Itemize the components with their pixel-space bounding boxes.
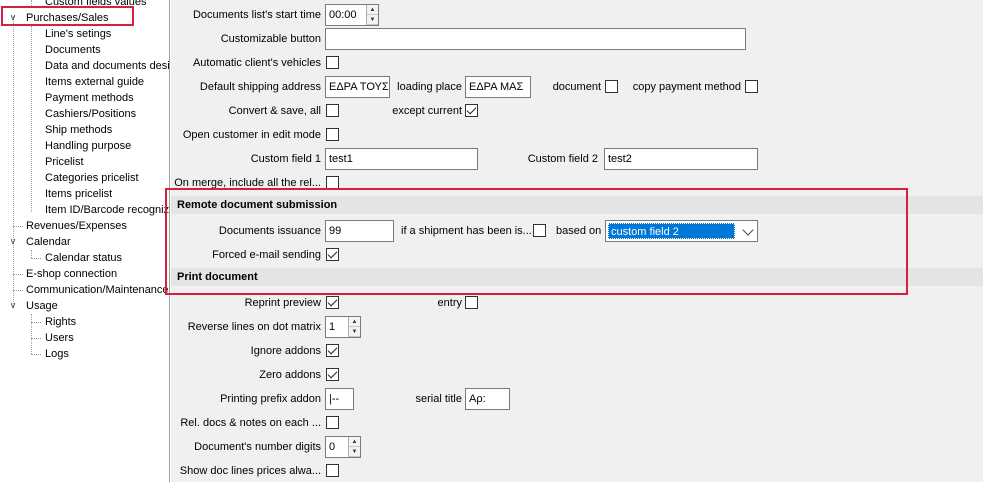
reprint-preview-checkbox[interactable] [326,296,339,309]
spin-down-icon[interactable]: ▼ [349,327,360,337]
loading-place-label: loading place [397,81,462,93]
spin-up-icon[interactable]: ▲ [349,437,360,447]
spin-down-icon[interactable]: ▼ [367,15,378,25]
tree-item-data-documents-design[interactable]: Data and documents desi [45,58,169,74]
tree-item-calendar[interactable]: Calendar [26,234,71,250]
number-digits-label: Document's number digits [194,441,321,453]
custom-field1-label: Custom field 1 [250,153,321,165]
chevron-down-icon[interactable]: v [9,234,17,250]
zero-addons-checkbox[interactable] [326,368,339,381]
serial-title-label: serial title [415,393,462,405]
chevron-down-icon[interactable]: v [9,298,17,314]
spin-up-icon[interactable]: ▲ [349,317,360,327]
custom-field1-input[interactable]: test1 [325,148,478,170]
tree-item-item-id-barcode[interactable]: Item ID/Barcode recognizi [45,202,169,218]
tree-item-pricelist[interactable]: Pricelist [45,154,84,170]
copy-payment-checkbox[interactable] [745,80,758,93]
start-time-spinner[interactable]: ▲ ▼ [366,5,378,25]
tree-item-handling-purpose[interactable]: Handling purpose [45,138,131,154]
open-customer-checkbox[interactable] [326,128,339,141]
tree-item-ship-methods[interactable]: Ship methods [45,122,112,138]
show-prices-checkbox[interactable] [326,464,339,477]
auto-vehicles-label: Automatic client's vehicles [192,57,321,69]
serial-title-input[interactable]: Αρ: [465,388,510,410]
highlight-box-tree [1,6,134,26]
number-digits-spinner[interactable]: ▲ ▼ [348,437,360,457]
convert-save-checkbox[interactable] [326,104,339,117]
tree-item-revenues-expenses[interactable]: Revenues/Expenses [26,218,127,234]
tree-item-categories-pricelist[interactable]: Categories pricelist [45,170,139,186]
tree-item-eshop-connection[interactable]: E-shop connection [26,266,117,282]
custom-field2-input[interactable]: test2 [604,148,758,170]
start-time-label: Documents list's start time [192,9,321,21]
tree-item-payment-methods[interactable]: Payment methods [45,90,134,106]
rel-docs-label: Rel. docs & notes on each ... [180,417,321,429]
navigation-tree[interactable]: Custom fields values v Purchases/Sales L… [0,0,170,482]
default-shipping-input[interactable]: ΕΔΡΑ ΤΟΥΣ [325,76,390,98]
printing-prefix-input[interactable]: |-- [325,388,354,410]
copy-payment-label: copy payment method [632,81,741,93]
printing-prefix-label: Printing prefix addon [220,393,321,405]
entry-label: entry [437,297,462,309]
loading-place-input[interactable]: ΕΔΡΑ ΜΑΣ [465,76,531,98]
start-time-input[interactable]: 00:00 ▲ ▼ [325,4,379,26]
default-shipping-label: Default shipping address [199,81,321,93]
reverse-lines-spinner[interactable]: ▲ ▼ [348,317,360,337]
reprint-preview-label: Reprint preview [244,297,321,309]
tree-item-lines-settings[interactable]: Line's setings [45,26,111,42]
ignore-addons-label: Ignore addons [250,345,321,357]
rel-docs-checkbox[interactable] [326,416,339,429]
spin-down-icon[interactable]: ▼ [349,447,360,457]
tree-item-calendar-status[interactable]: Calendar status [45,250,122,266]
open-customer-label: Open customer in edit mode [182,129,321,141]
highlight-box-remote-section [165,188,908,295]
auto-vehicles-checkbox[interactable] [326,56,339,69]
document-label: document [552,81,601,93]
tree-item-communication-maintenance[interactable]: Communication/Maintenance [26,282,168,298]
tree-item-cashiers-positions[interactable]: Cashiers/Positions [45,106,136,122]
start-time-value: 00:00 [329,9,357,21]
custom-button-input[interactable] [325,28,746,50]
tree-item-usage[interactable]: Usage [26,298,58,314]
tree-item-rights[interactable]: Rights [45,314,76,330]
document-checkbox[interactable] [605,80,618,93]
tree-item-users[interactable]: Users [45,330,74,346]
number-digits-value: 0 [329,441,336,453]
entry-checkbox[interactable] [465,296,478,309]
zero-addons-label: Zero addons [259,369,321,381]
custom-field2-label: Custom field 2 [527,153,598,165]
except-current-checkbox[interactable] [465,104,478,117]
tree-item-logs[interactable]: Logs [45,346,69,362]
convert-save-label: Convert & save, all [228,105,321,117]
reverse-lines-value: 1 [329,321,336,333]
ignore-addons-checkbox[interactable] [326,344,339,357]
tree-item-items-pricelist[interactable]: Items pricelist [45,186,112,202]
except-current-label: except current [392,105,462,117]
reverse-lines-input[interactable]: 1 ▲ ▼ [325,316,361,338]
tree-item-items-external-guide[interactable]: Items external guide [45,74,144,90]
spin-up-icon[interactable]: ▲ [367,5,378,15]
custom-button-label: Customizable button [220,33,321,45]
reverse-lines-label: Reverse lines on dot matrix [187,321,321,333]
show-prices-label: Show doc lines prices alwa... [179,465,321,477]
tree-item-documents[interactable]: Documents [45,42,101,58]
number-digits-input[interactable]: 0 ▲ ▼ [325,436,361,458]
